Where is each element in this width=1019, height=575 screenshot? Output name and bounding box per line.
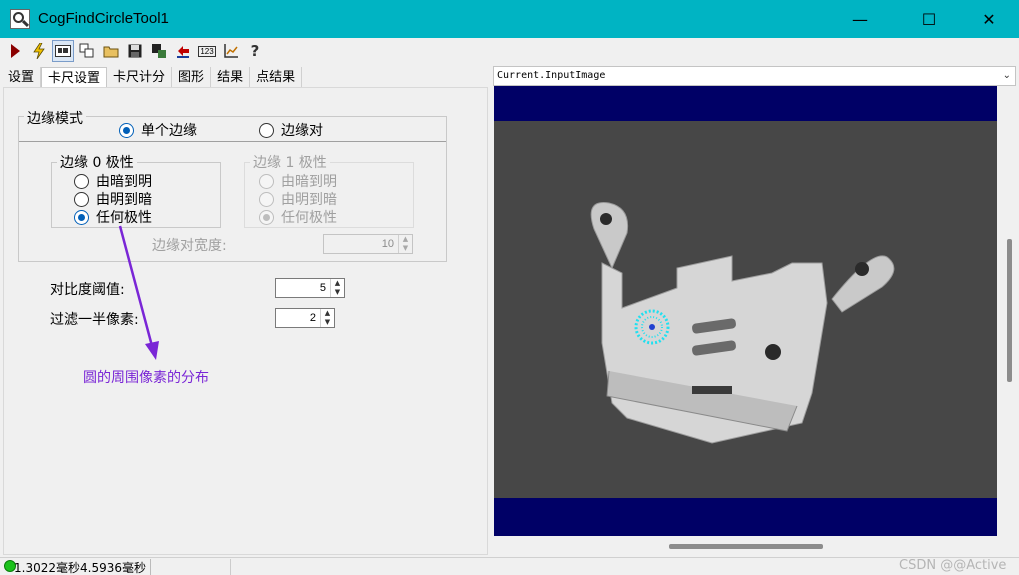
maximize-button[interactable]: ☐ [906, 0, 952, 38]
toolbar: 123 ? [0, 39, 490, 63]
scroll-thumb[interactable] [1007, 239, 1012, 382]
horizontal-scrollbar[interactable] [669, 544, 823, 549]
tab-point-results[interactable]: 点结果 [250, 67, 303, 88]
image-source-value: Current.InputImage [497, 70, 606, 81]
part-image [494, 121, 997, 498]
graph-icon[interactable] [220, 40, 242, 62]
tab-results[interactable]: 结果 [211, 67, 251, 88]
run-icon[interactable] [4, 40, 26, 62]
copy-image-icon[interactable] [76, 40, 98, 62]
tab-caliper-scoring[interactable]: 卡尺计分 [107, 67, 173, 88]
annotation-text: 圆的周围像素的分布 [83, 370, 209, 386]
save-settings-icon[interactable] [148, 40, 170, 62]
inspection-image [494, 121, 997, 498]
tab-caliper-settings[interactable]: 卡尺设置 [41, 67, 108, 89]
close-button[interactable]: ✕ [966, 0, 1012, 38]
tab-settings[interactable]: 设置 [2, 67, 42, 88]
image-display[interactable] [494, 86, 997, 536]
tab-graphics[interactable]: 图形 [172, 67, 212, 88]
tab-strip: 设置 卡尺设置 卡尺计分 图形 结果 点结果 [2, 67, 303, 89]
annotation-arrow [118, 225, 159, 360]
caliper-settings-panel: 边缘模式 单个边缘 边缘对 边缘 0 极性 由暗到明 由明到暗 任何极性 边缘 … [3, 87, 488, 555]
image-source-select[interactable]: Current.InputImage ⌄ [493, 66, 1016, 86]
open-folder-icon[interactable] [100, 40, 122, 62]
lightning-icon[interactable] [28, 40, 50, 62]
title-bar: CogFindCircleTool1 — ☐ ✕ [0, 0, 1019, 38]
help-icon[interactable]: ? [244, 40, 266, 62]
timing-text: 1.3022毫秒4.5936毫秒 [14, 559, 151, 575]
vertical-scrollbar[interactable] [1003, 86, 1016, 536]
app-magnifier-icon [10, 9, 30, 29]
chevron-down-icon[interactable]: ⌄ [1003, 67, 1011, 85]
window-title: CogFindCircleTool1 [38, 10, 169, 27]
display-toggle-icon[interactable] [52, 40, 74, 62]
restore-icon[interactable] [172, 40, 194, 62]
minimize-button[interactable]: — [837, 0, 883, 38]
image-panel: Current.InputImage ⌄ [493, 65, 1016, 555]
save-icon[interactable] [124, 40, 146, 62]
watermark: CSDN @@Active [899, 558, 1007, 573]
numeric-icon[interactable]: 123 [196, 40, 218, 62]
status-bar: 1.3022毫秒4.5936毫秒 CSDN @@Active [0, 557, 1019, 575]
status-divider [230, 559, 231, 575]
